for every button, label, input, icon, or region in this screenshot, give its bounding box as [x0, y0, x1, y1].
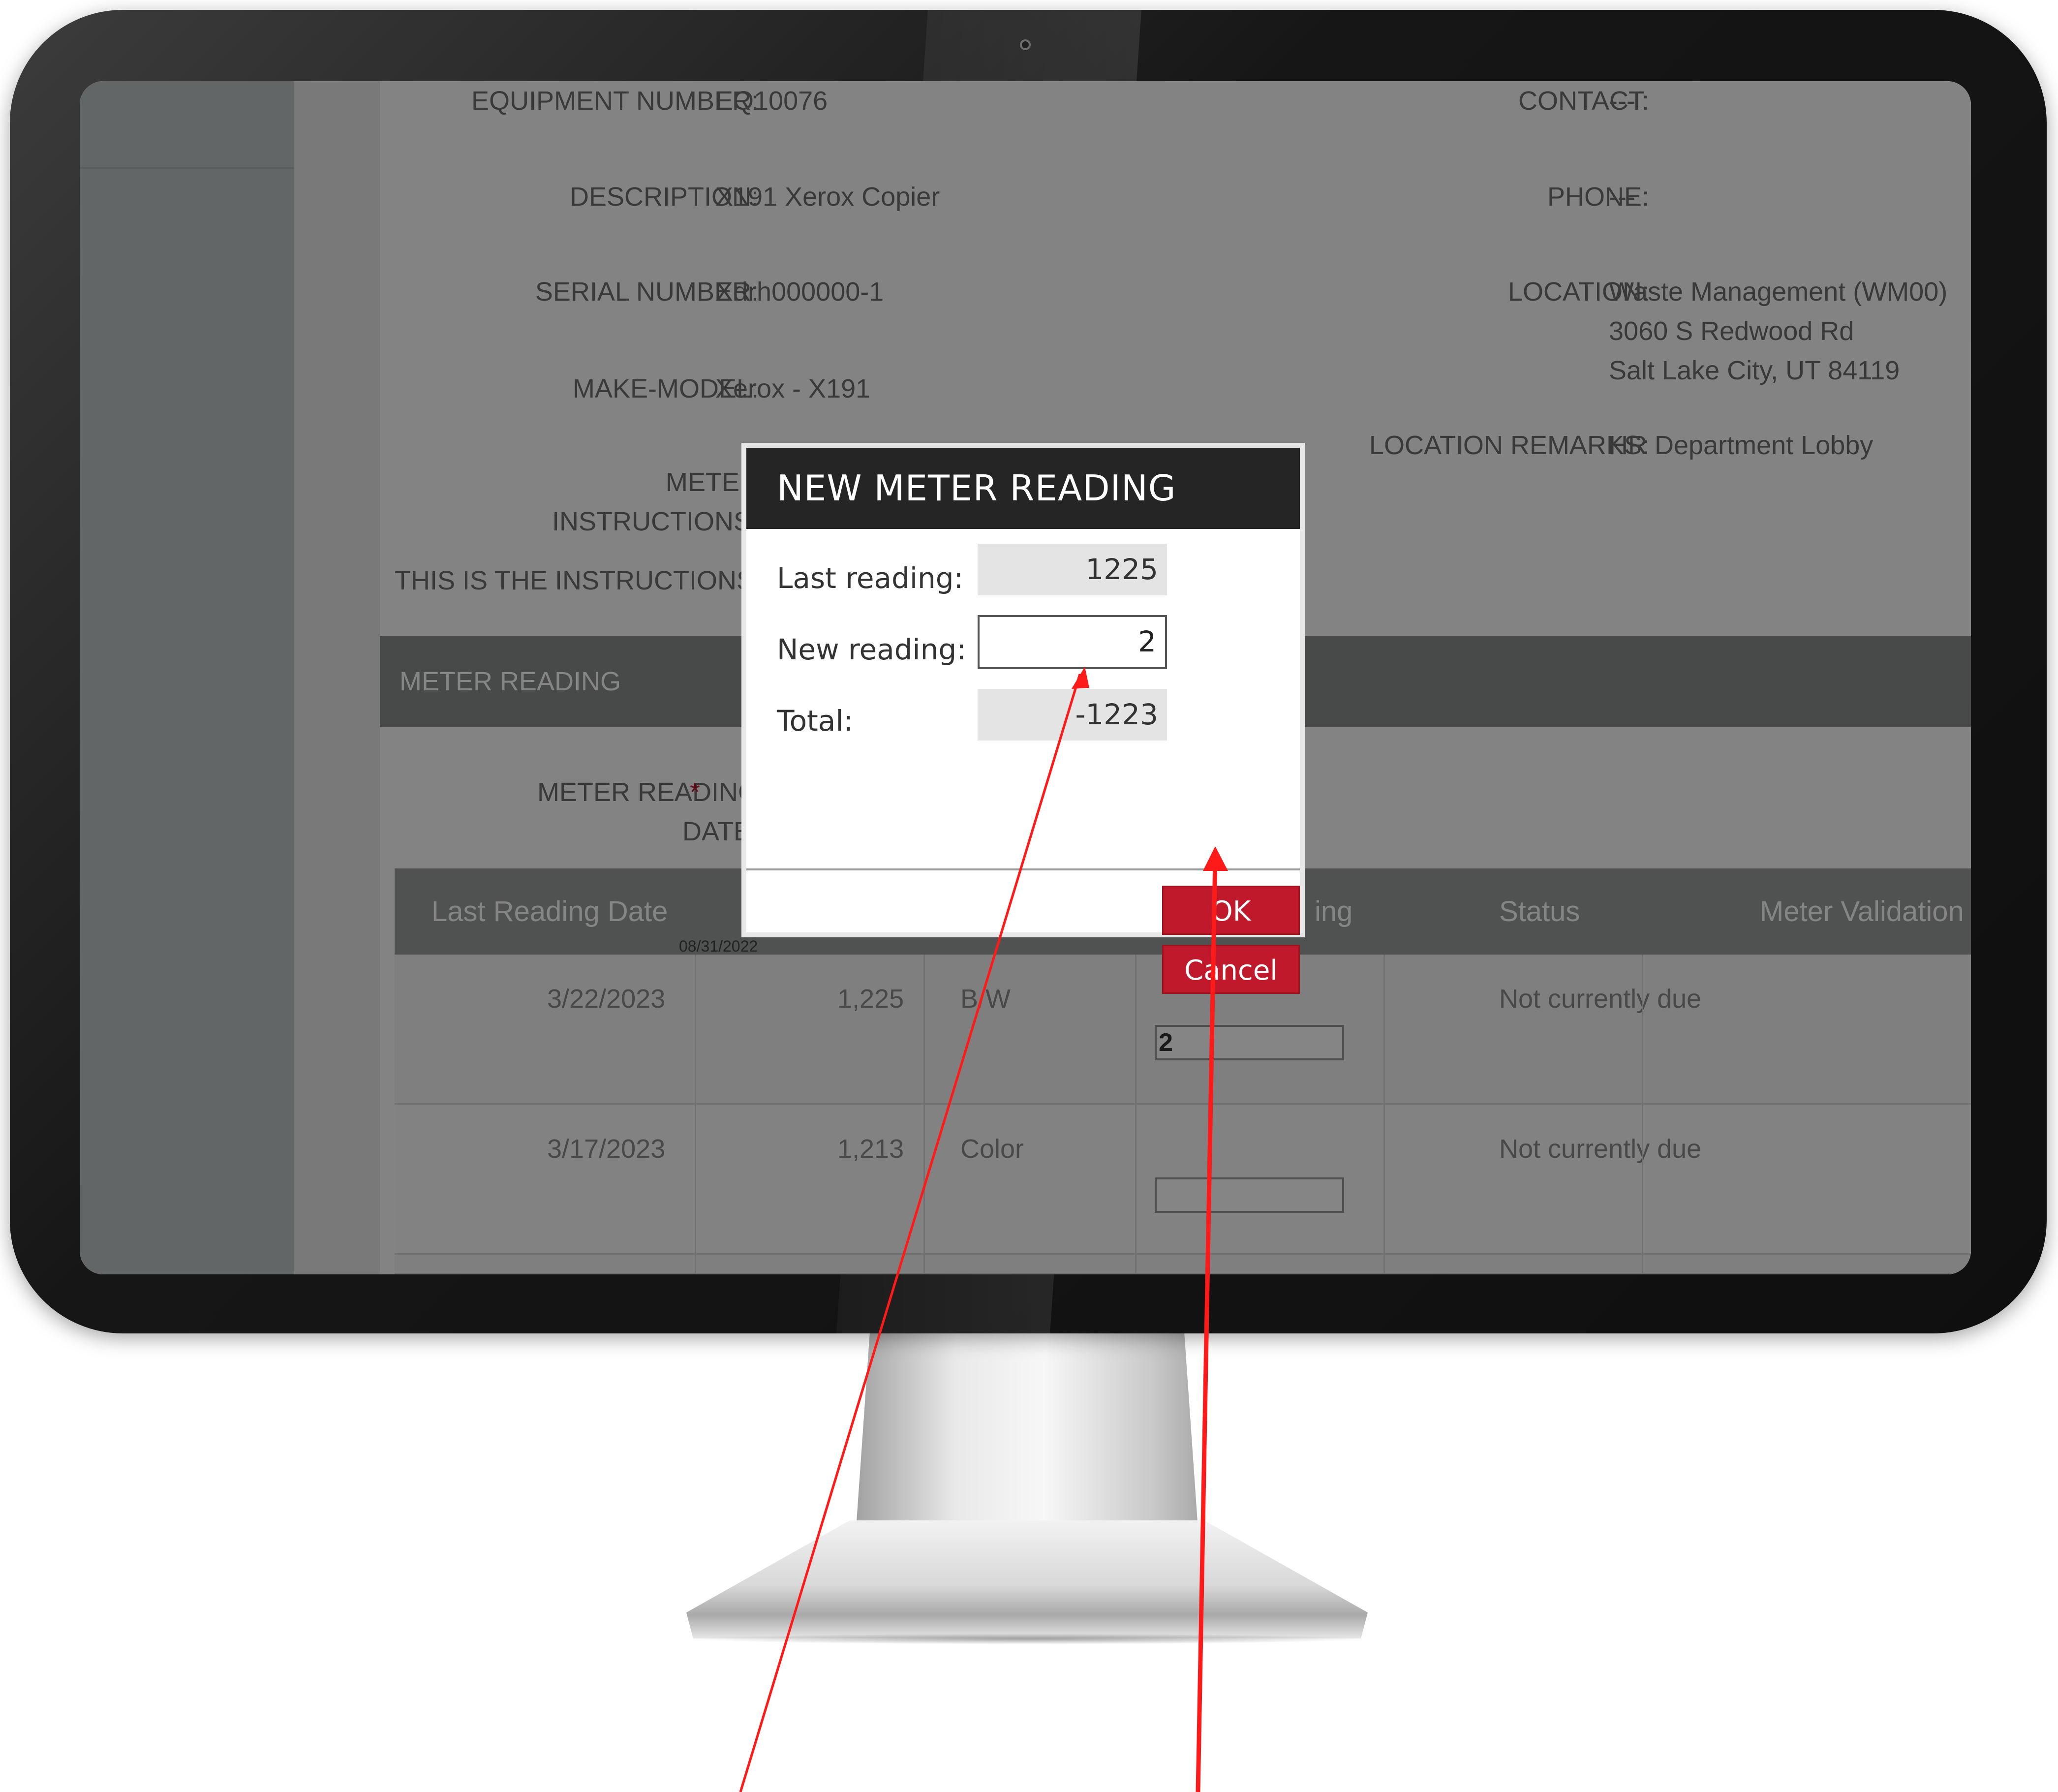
cancel-button[interactable]: Cancel	[1162, 945, 1300, 994]
last-reading-value: 1225	[978, 544, 1167, 595]
new-meter-reading-dialog: NEW METER READING Last reading: 1225 New…	[741, 443, 1305, 994]
monitor-screen: EQUIPMENT NUMBER: EQ10076 DESCRIPTION: X…	[80, 81, 1971, 1274]
dialog-header: NEW METER READING	[746, 448, 1300, 529]
ok-button[interactable]: OK	[1162, 886, 1300, 935]
webcam-icon	[1020, 39, 1031, 50]
total-value: -1223	[978, 689, 1167, 741]
dialog-title: NEW METER READING	[777, 467, 1176, 509]
new-reading-label: New reading:	[777, 633, 966, 666]
last-reading-label: Last reading:	[777, 561, 964, 595]
date-tooltip: 08/31/2022	[679, 937, 758, 955]
total-label: Total:	[777, 704, 853, 738]
monitor-stand-shadow	[689, 1634, 1368, 1644]
monitor-stand-base	[686, 1520, 1368, 1638]
dialog-separator	[746, 868, 1300, 870]
new-reading-field[interactable]: 2	[978, 615, 1167, 669]
